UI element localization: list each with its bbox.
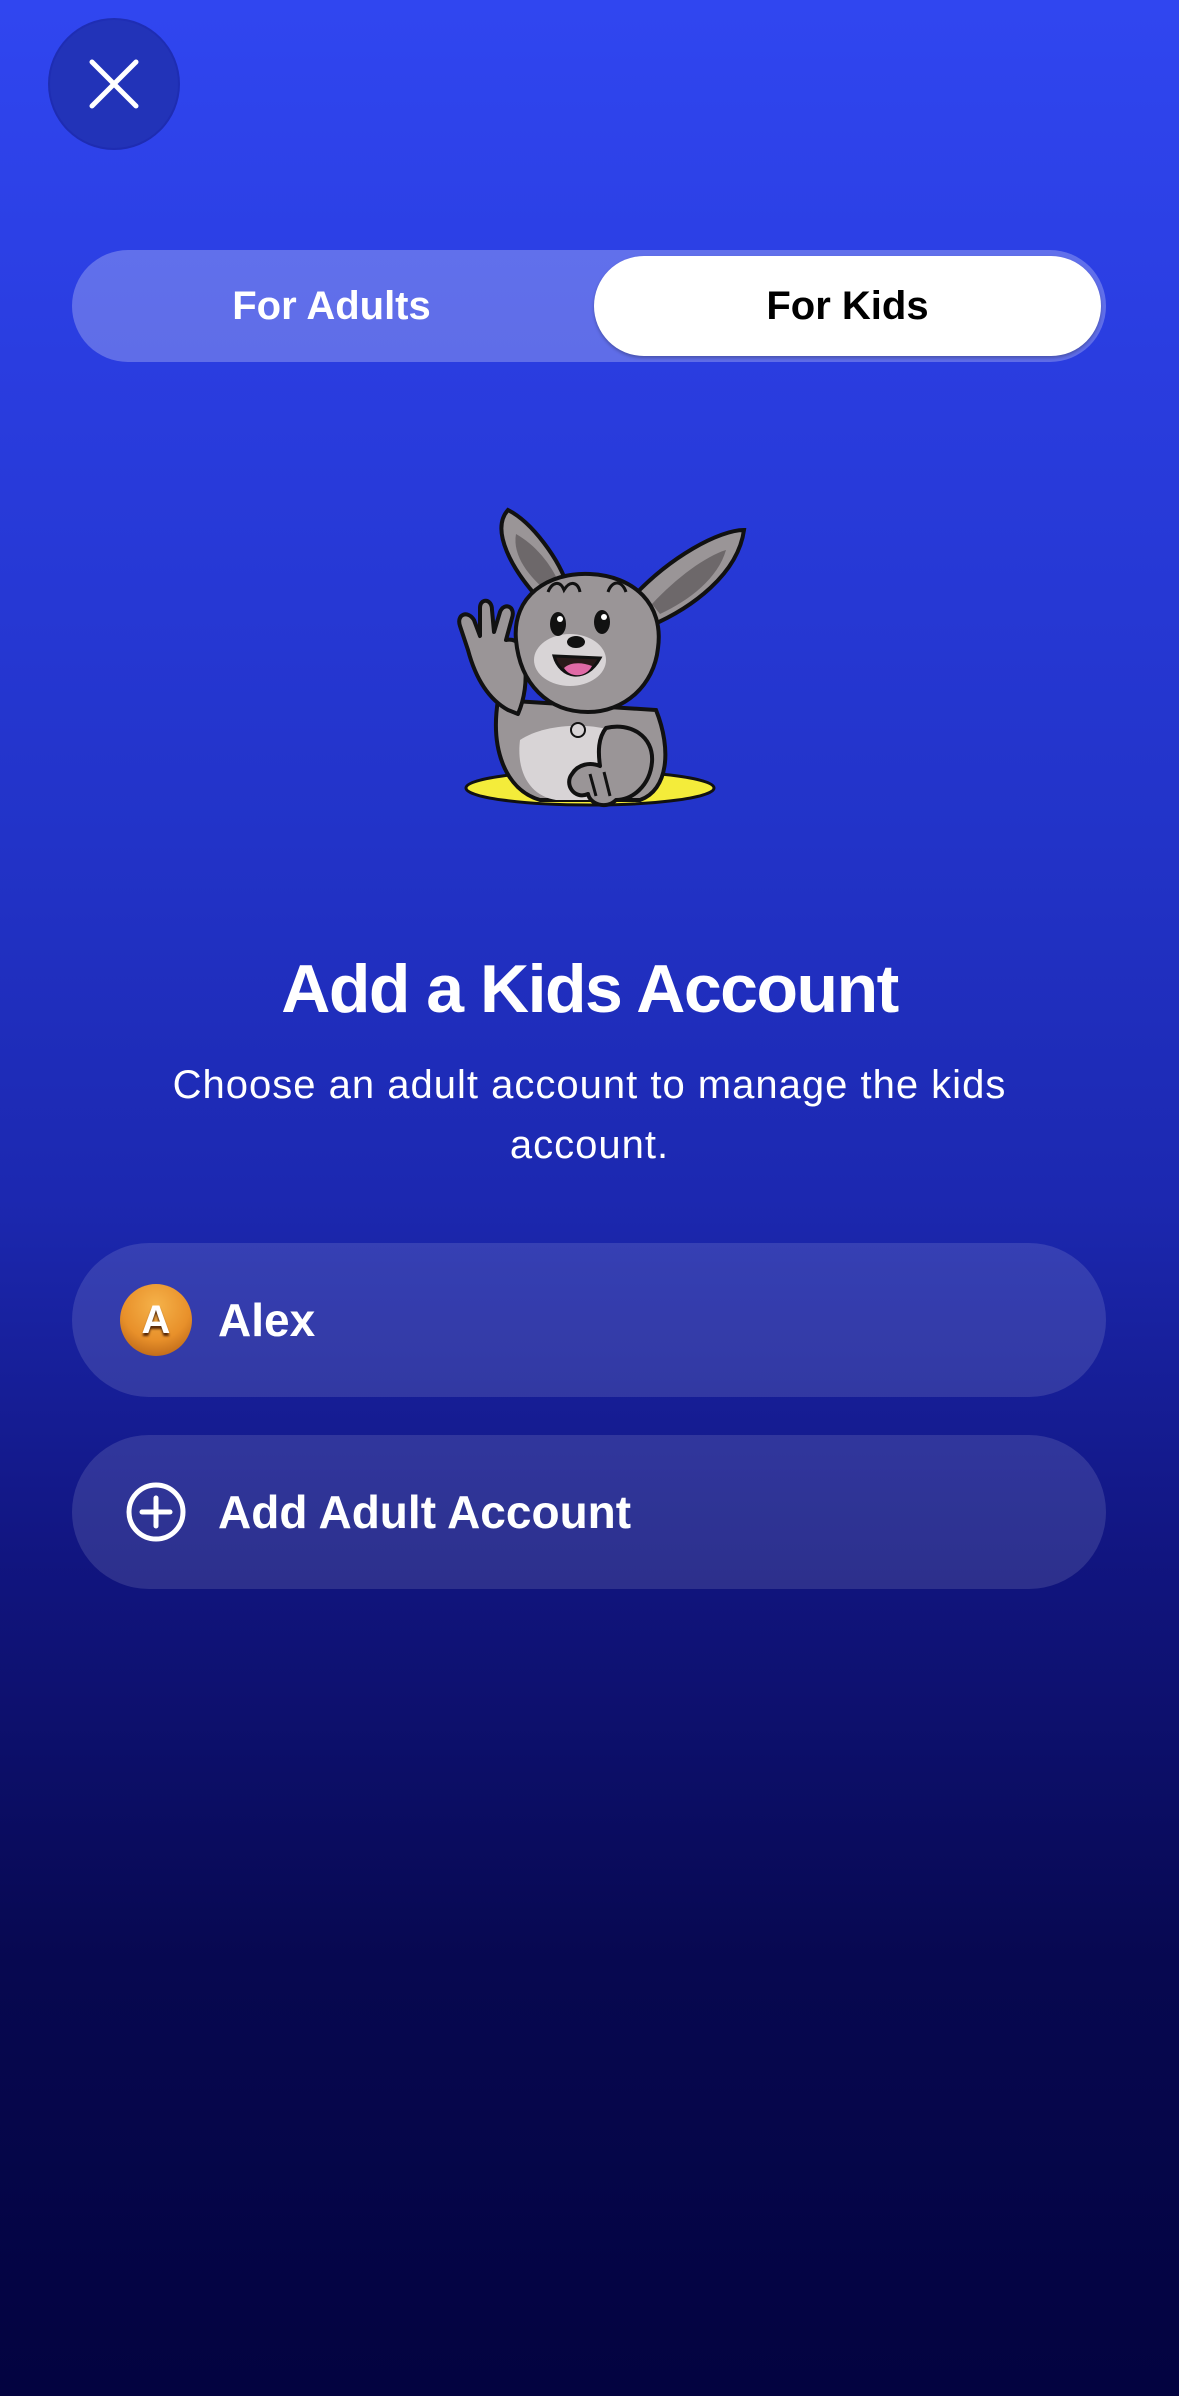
adult-account-row[interactable]: A Alex (72, 1243, 1106, 1397)
page-subtitle: Choose an adult account to manage the ki… (172, 1063, 1007, 1167)
account-type-toggle: For Adults For Kids (72, 250, 1106, 362)
tab-for-adults[interactable]: For Adults (78, 256, 585, 356)
tab-for-kids[interactable]: For Kids (594, 256, 1101, 356)
add-adult-account-label: Add Adult Account (218, 1486, 632, 1538)
avatar: A (120, 1284, 192, 1356)
rabbit-mascot-icon (457, 507, 747, 808)
close-icon (89, 59, 139, 109)
plus-circle-icon (124, 1480, 188, 1544)
page-title: Add a Kids Account (281, 951, 899, 1027)
account-name: Alex (218, 1294, 316, 1346)
close-button[interactable] (50, 20, 178, 148)
add-adult-account-button[interactable]: Add Adult Account (72, 1435, 1106, 1589)
